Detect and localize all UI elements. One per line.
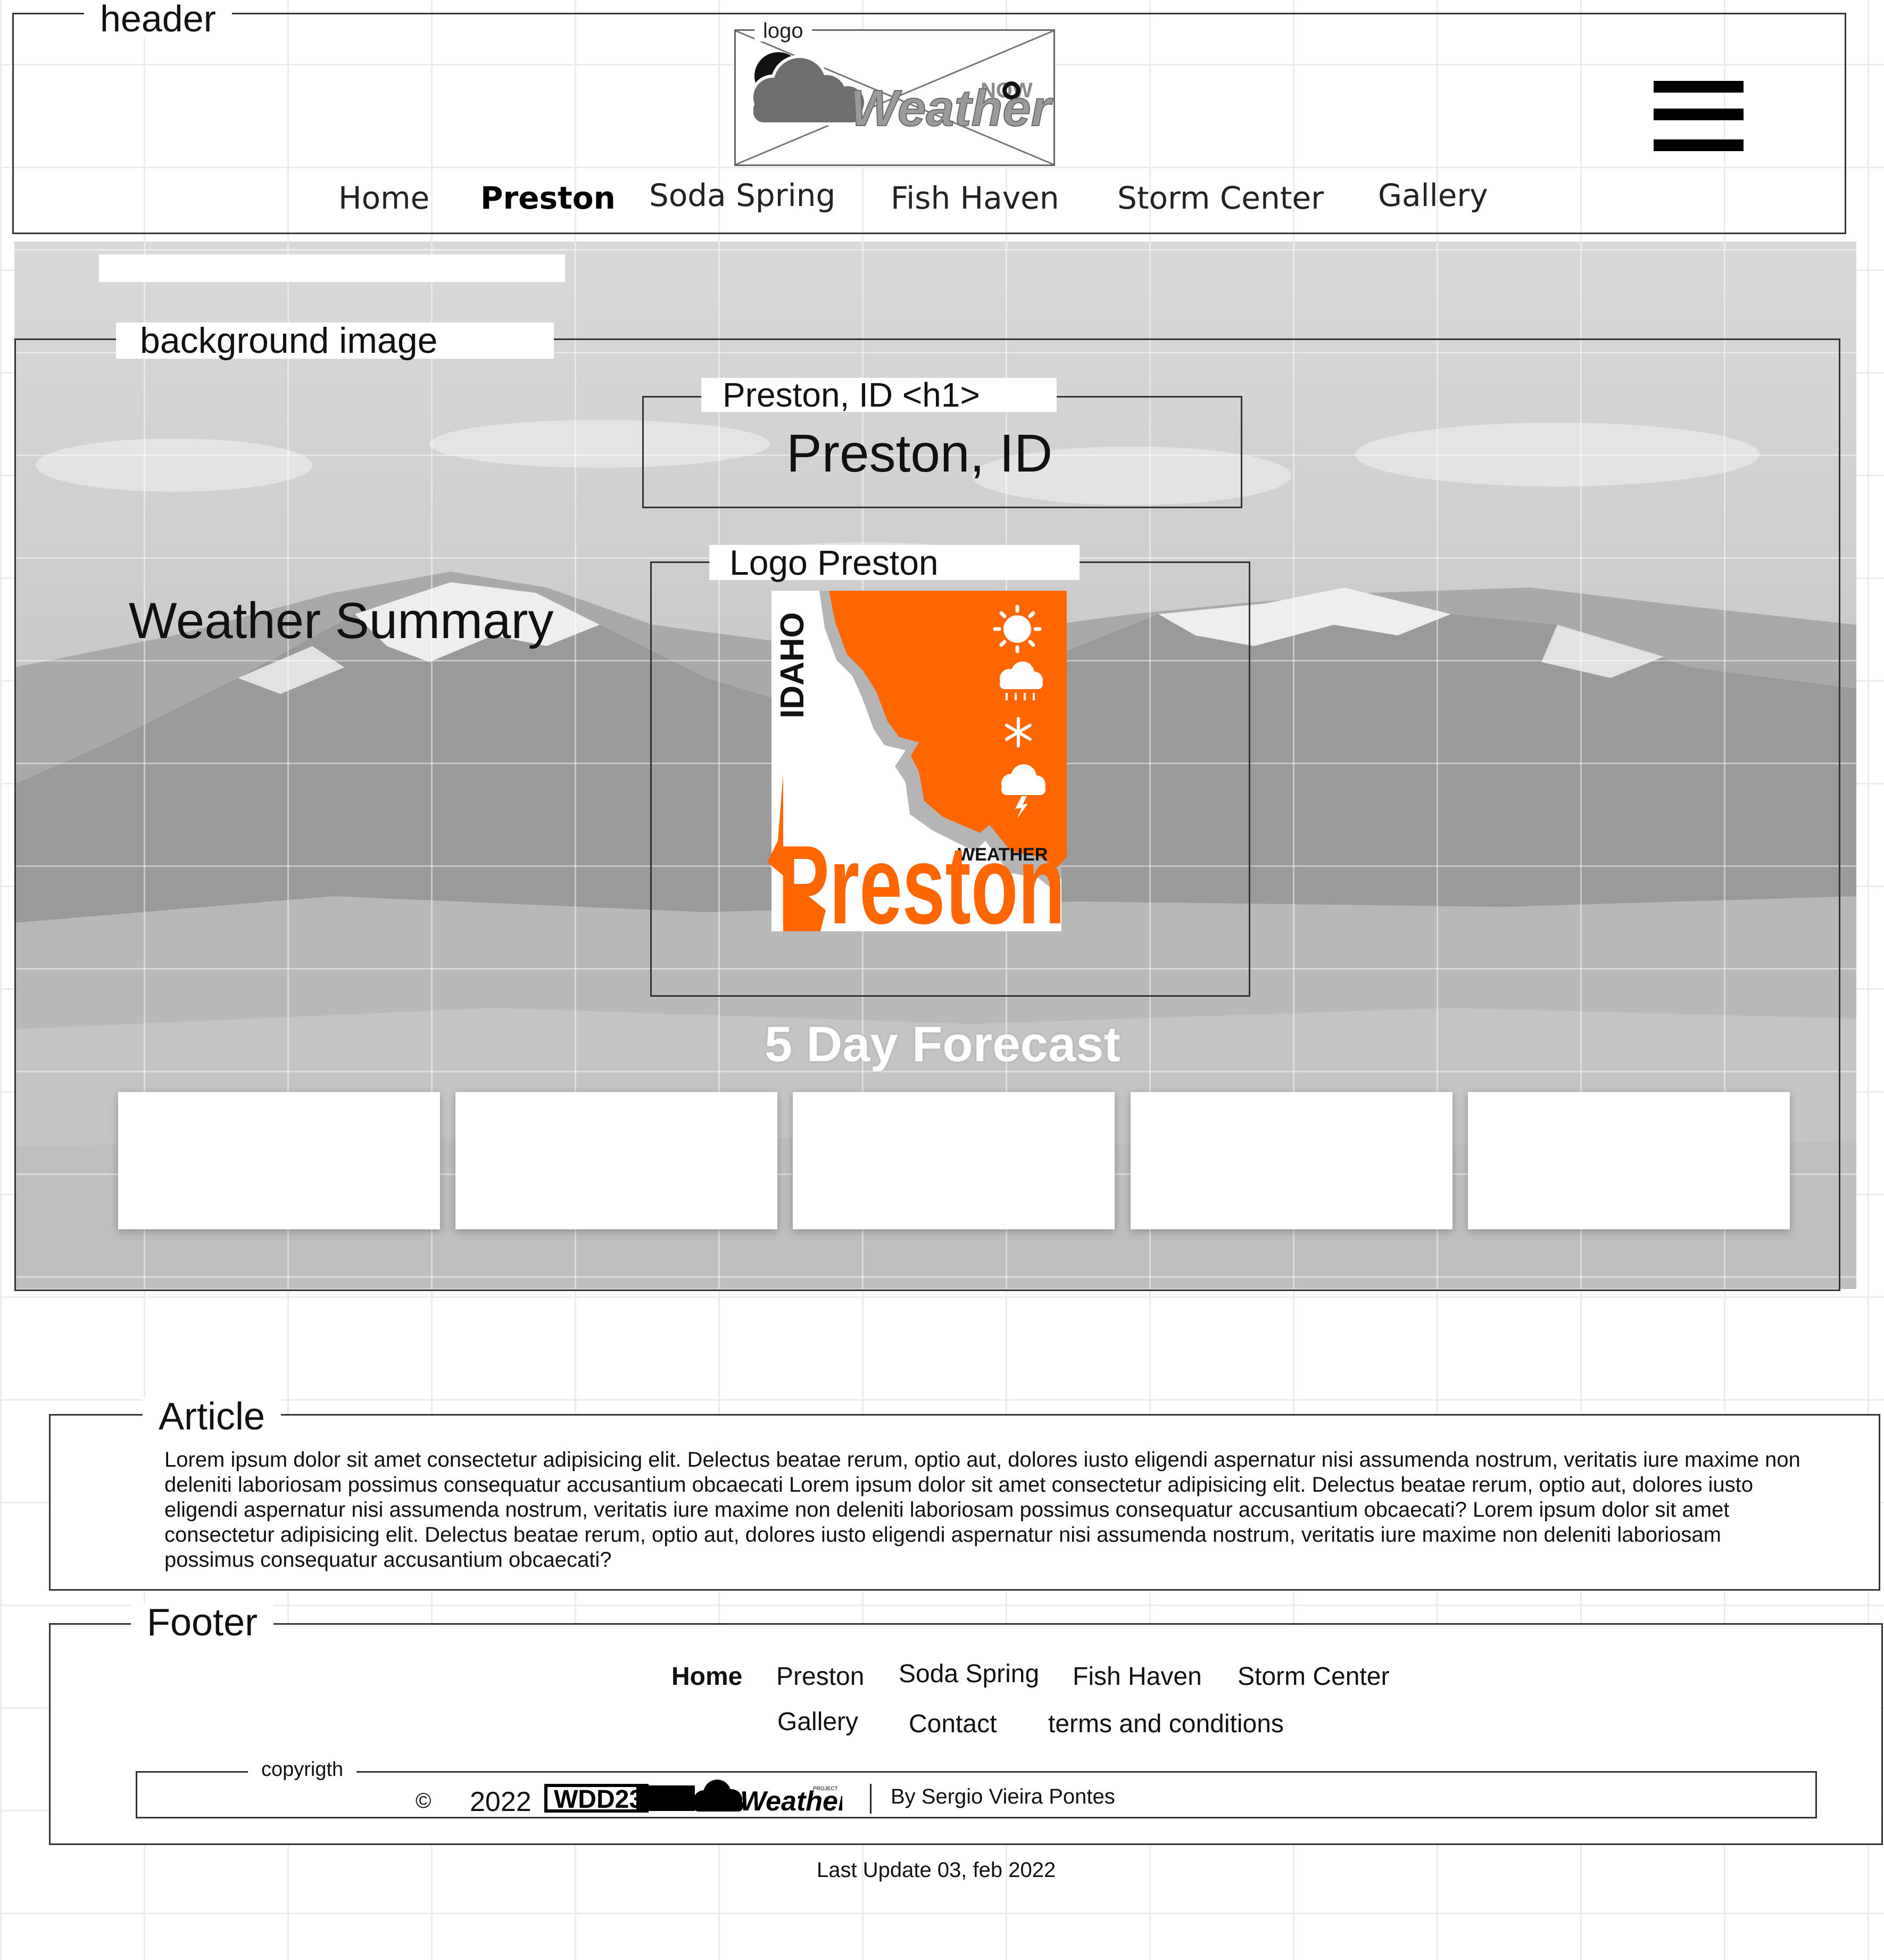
preston-logo-state: IDAHO	[774, 612, 811, 718]
badge-project: PROJECT	[813, 1786, 838, 1792]
weather-summary-heading: Weather Summary	[129, 592, 554, 649]
nav-home[interactable]: Home	[338, 180, 429, 216]
copyright-symbol: ©	[416, 1789, 431, 1813]
nav-soda-spring[interactable]: Soda Spring	[649, 177, 835, 213]
logo-label: logo	[754, 20, 812, 42]
preston-logo: IDAHO WEATHER Preston	[762, 591, 1068, 947]
logo-wordmark-weather: Weather	[850, 80, 1053, 137]
footer-nav-preston[interactable]: Preston	[776, 1662, 864, 1691]
footer-nav-gallery[interactable]: Gallery	[777, 1707, 858, 1736]
preston-logo-name: Preston	[778, 822, 1065, 934]
footer-label: Footer	[131, 1603, 274, 1642]
article-body: Lorem ipsum dolor sit amet consectetur a…	[164, 1448, 1800, 1572]
wdd230-weather-badge: WDD230 Weather PROJECT	[544, 1779, 850, 1817]
nav-preston[interactable]: Preston	[480, 180, 616, 216]
background-image-label: background image	[116, 322, 554, 359]
footer-nav-storm-center[interactable]: Storm Center	[1238, 1662, 1389, 1691]
h1-label: Preston, ID <h1>	[701, 378, 1057, 412]
footer-nav-home[interactable]: Home	[671, 1662, 742, 1691]
article-label: Article	[143, 1397, 281, 1436]
cloud-icon	[693, 1780, 743, 1812]
forecast-card-1	[118, 1092, 440, 1229]
menu-bar-top	[1654, 81, 1744, 93]
footer-nav-terms[interactable]: terms and conditions	[1048, 1709, 1284, 1739]
menu-bar-bottom	[1654, 139, 1744, 151]
forecast-card-5	[1468, 1092, 1790, 1229]
copyright-label: copyrigth	[248, 1759, 357, 1780]
page-title: Preston, ID	[786, 424, 1053, 483]
footer-nav-contact[interactable]: Contact	[909, 1709, 997, 1739]
forecast-card-4	[1131, 1092, 1453, 1229]
logo-preston-label: Logo Preston	[709, 545, 1080, 580]
nav-fish-haven[interactable]: Fish Haven	[891, 180, 1059, 216]
nav-storm-center[interactable]: Storm Center	[1117, 180, 1324, 216]
hero-placeholder-bar	[99, 254, 565, 282]
forecast-heading: 5 Day Forecast	[765, 1016, 1121, 1072]
logo-placeholder[interactable]: NOW Weather	[734, 29, 1055, 166]
last-update: Last Update 03, feb 2022	[817, 1858, 1056, 1882]
footer-nav-fish-haven[interactable]: Fish Haven	[1073, 1662, 1202, 1691]
author-credit: By Sergio Vieira Pontes	[891, 1785, 1115, 1808]
header-label: header	[84, 0, 232, 37]
hamburger-menu-icon[interactable]	[1654, 81, 1744, 153]
footer-nav-soda-spring[interactable]: Soda Spring	[899, 1659, 1039, 1689]
forecast-card-2	[455, 1092, 777, 1229]
footer-divider	[870, 1784, 872, 1814]
badge-wdd: WDD230	[554, 1785, 658, 1814]
forecast-card-3	[793, 1092, 1115, 1229]
copyright-year: 2022	[470, 1787, 532, 1817]
nav-gallery[interactable]: Gallery	[1378, 177, 1488, 213]
menu-bar-middle	[1654, 109, 1744, 120]
